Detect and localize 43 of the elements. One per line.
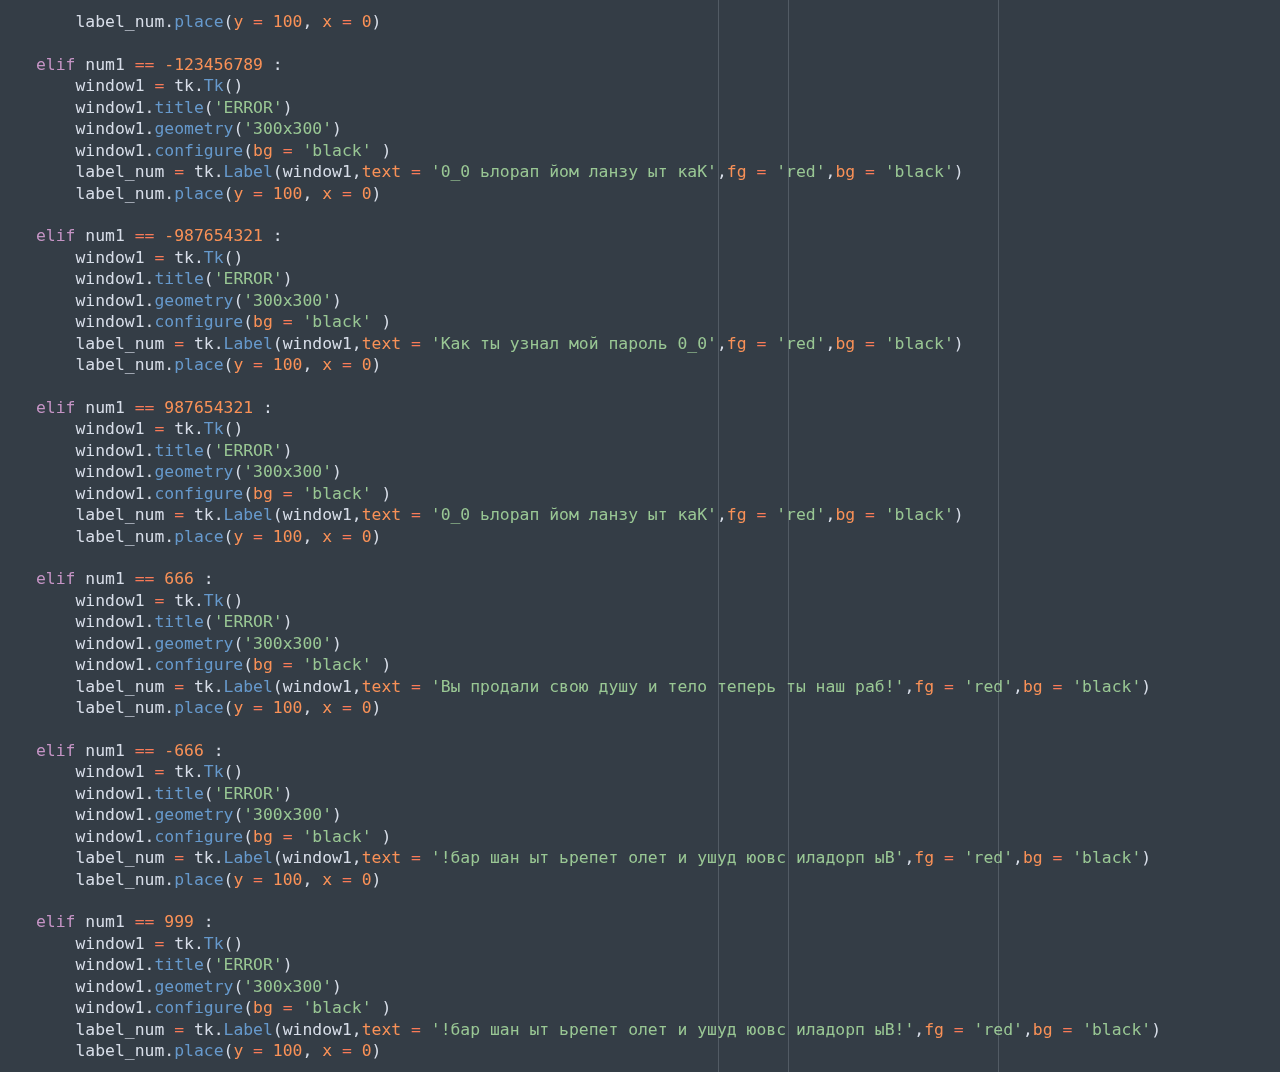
code-line: elif num1 == -987654321 :: [36, 225, 283, 247]
code-line: label_num.place(y = 100, x = 0): [74, 1040, 382, 1062]
code-line: window1.geometry('300x300'): [74, 632, 342, 655]
code-line: window1.configure(bg = 'black' ): [74, 482, 392, 505]
code-line: window1.title('ERROR'): [74, 954, 293, 976]
code-line: label_num.place(y = 100, x = 0): [74, 182, 382, 204]
code-line: label_num = tk.Label(window1,text = '!бар шан ыт ьрепет олет и ушуд юовс иладорп ыВ',fg = 'red',bg = 'black'): [74, 847, 1152, 869]
code-line: elif num1 == 999 :: [36, 911, 214, 933]
code-line: elif num1 == -666 :: [36, 739, 224, 762]
code-line: window1.title('ERROR'): [74, 96, 293, 119]
code-line: window1.geometry('300x300'): [74, 118, 342, 140]
code-line: window1 = tk.Tk(): [74, 589, 244, 612]
code-line: window1.configure(bg = 'black' ): [74, 139, 392, 162]
code-line: window1.configure(bg = 'black' ): [74, 825, 392, 848]
code-line: window1.configure(bg = 'black' ): [74, 311, 392, 333]
code-line: elif num1 == -123456789 :: [36, 53, 283, 76]
code-line: window1.configure(bg = 'black' ): [74, 997, 392, 1019]
code-line: window1.geometry('300x300'): [74, 289, 342, 312]
code-line: window1 = tk.Tk(): [74, 418, 244, 440]
code-line: window1 = tk.Tk(): [74, 932, 244, 955]
code-line: window1.geometry('300x300'): [74, 804, 342, 826]
code-line: window1 = tk.Tk(): [74, 246, 244, 269]
code-line: window1 = tk.Tk(): [74, 761, 244, 783]
code-line: label_num = tk.Label(window1,text = '0_0 ьлорап йом ланзу ыт каК',fg = 'red',bg = 'black'): [74, 504, 964, 526]
code-line: window1.title('ERROR'): [74, 268, 293, 290]
code-line: label_num.place(y = 100, x = 0): [74, 11, 382, 33]
code-line: window1.geometry('300x300'): [74, 461, 342, 483]
code-line: label_num = tk.Label(window1,text = 'Вы продали свою душу и тело теперь ты наш раб!',fg = 'red',bg = 'black'): [74, 675, 1152, 697]
code-line: label_num.place(y = 100, x = 0): [74, 354, 382, 376]
code-line: label_num.place(y = 100, x = 0): [74, 525, 382, 547]
code-line: label_num = tk.Label(window1,text = 'Как ты узнал мой пароль 0_0',fg = 'red',bg = 'black'): [74, 332, 964, 354]
code-line: window1.configure(bg = 'black' ): [74, 654, 392, 676]
code-line: window1.title('ERROR'): [74, 439, 293, 462]
code-line: window1.geometry('300x300'): [74, 975, 342, 998]
code-line: window1.title('ERROR'): [74, 782, 293, 805]
code-line: elif num1 == 987654321 :: [36, 396, 273, 419]
code-line: window1 = tk.Tk(): [74, 75, 244, 97]
code-line: label_num = tk.Label(window1,text = '0_0 ьлорап йом ланзу ыт каК',fg = 'red',bg = 'black'): [74, 161, 964, 183]
code-line: label_num = tk.Label(window1,text = '!бар шан ыт ьрепет олет и ушуд юовс иладорп ыВ!',fg = 'red',bg = 'black'): [74, 1018, 1162, 1040]
code-line: label_num.place(y = 100, x = 0): [74, 868, 382, 890]
code-line: label_num.place(y = 100, x = 0): [74, 697, 382, 719]
code-line: elif num1 == 666 :: [36, 568, 214, 590]
code-line: window1.title('ERROR'): [74, 611, 293, 633]
